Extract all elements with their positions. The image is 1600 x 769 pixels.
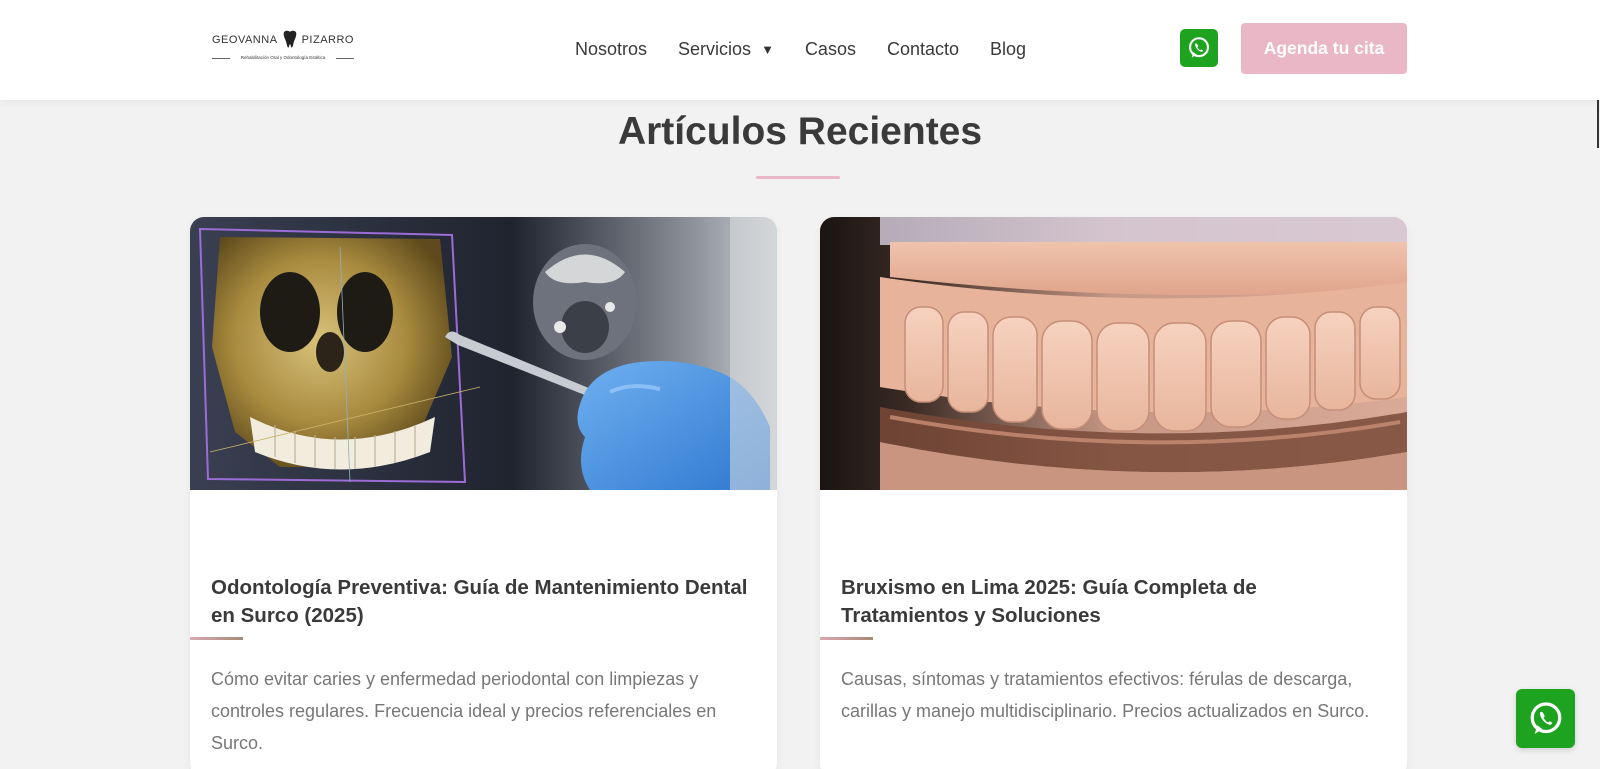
nav-label: Blog (990, 38, 1027, 59)
whatsapp-float-button[interactable] (1516, 689, 1575, 748)
tooth-icon (283, 30, 296, 48)
nav-item-casos[interactable]: Casos (805, 39, 856, 60)
nav-label: Servicios (678, 38, 752, 59)
main-nav: Nosotros Servicios ▼ Casos Contacto Blog (575, 36, 1026, 62)
section-title: Artículos Recientes (617, 110, 983, 153)
occlusal-splint-image[interactable] (820, 217, 1407, 490)
nav-item-blog[interactable]: Blog (990, 39, 1026, 60)
whatsapp-header-button[interactable] (1180, 29, 1218, 67)
dental-3d-scan-image[interactable] (190, 217, 777, 490)
site-header: GEOVANNA PIZARRO Rehabilitación Oral y O… (0, 0, 1600, 100)
nav-label: Casos (804, 38, 856, 59)
article-title[interactable]: Bruxismo en Lima 2025: Guía Completa de … (841, 574, 1389, 629)
whatsapp-icon (1530, 701, 1561, 734)
logo-wordmark: GEOVANNA PIZARRO (212, 30, 354, 50)
article-excerpt: Causas, síntomas y tratamientos efectivo… (841, 669, 1370, 721)
nav-item-nosotros[interactable]: Nosotros (575, 39, 647, 60)
nav-item-servicios[interactable]: Servicios ▼ (678, 39, 774, 60)
title-accent-line (820, 637, 873, 640)
logo-name-left: GEOVANNA (212, 34, 278, 46)
nav-item-contacto[interactable]: Contacto (887, 39, 959, 60)
book-appointment-button[interactable]: Agenda tu cita (1241, 23, 1407, 74)
logo-name-right: PIZARRO (301, 34, 354, 46)
article-card[interactable]: Odontología Preventiva: Guía de Mantenim… (190, 217, 777, 769)
whatsapp-icon (1189, 37, 1209, 58)
chevron-down-icon: ▼ (761, 41, 774, 57)
nav-label: Contacto (886, 38, 960, 59)
brand-logo[interactable]: GEOVANNA PIZARRO Rehabilitación Oral y O… (212, 30, 354, 66)
title-underline (756, 176, 840, 179)
logo-tagline: Rehabilitación Oral y Odontología Estéti… (230, 54, 336, 62)
article-title[interactable]: Odontología Preventiva: Guía de Mantenim… (211, 574, 759, 629)
title-accent-line (190, 637, 243, 640)
article-excerpt: Cómo evitar caries y enfermedad periodon… (211, 669, 717, 753)
nav-label: Nosotros (575, 38, 648, 59)
article-card[interactable]: Bruxismo en Lima 2025: Guía Completa de … (820, 217, 1407, 769)
